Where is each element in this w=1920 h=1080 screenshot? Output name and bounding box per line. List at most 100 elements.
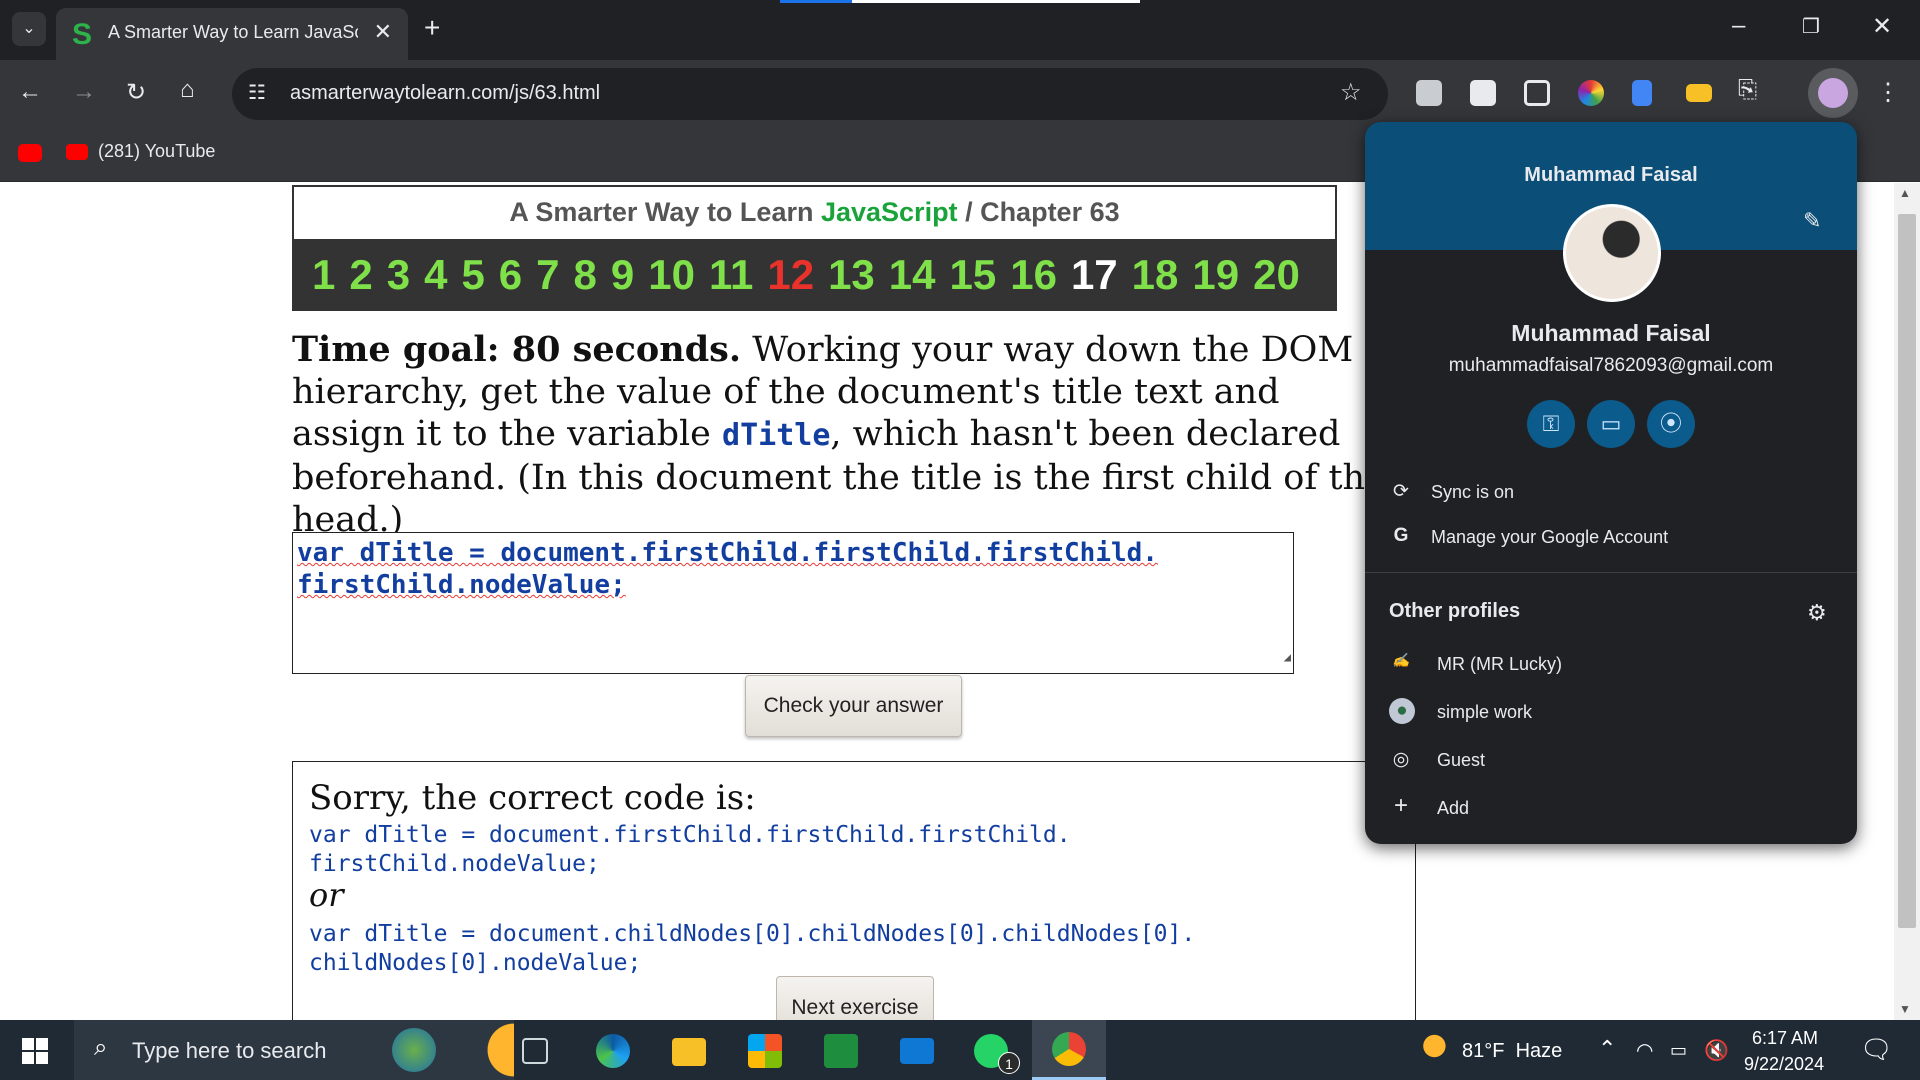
add-profile-button[interactable]: + Add bbox=[1365, 788, 1857, 828]
extension-icon[interactable] bbox=[1416, 80, 1442, 106]
chapter-link-11[interactable]: 11 bbox=[709, 251, 753, 299]
chapter-link-3[interactable]: 3 bbox=[387, 251, 410, 299]
chapter-link-4[interactable]: 4 bbox=[424, 251, 447, 299]
tab-search-icon[interactable]: ⌄ bbox=[12, 12, 46, 46]
task-view-icon[interactable] bbox=[522, 1038, 548, 1064]
sync-icon: ⟳ bbox=[1393, 481, 1409, 502]
scroll-up-icon[interactable]: ▲ bbox=[1899, 186, 1911, 200]
chapter-link-10[interactable]: 10 bbox=[648, 251, 695, 299]
site-info-icon[interactable]: ☷ bbox=[248, 80, 266, 105]
chapter-link-13[interactable]: 13 bbox=[828, 251, 875, 299]
profile-item-label: MR (MR Lucky) bbox=[1437, 654, 1562, 674]
chapter-link-8[interactable]: 8 bbox=[574, 251, 597, 299]
profile-item-mr-lucky[interactable]: ✍ MR (MR Lucky) bbox=[1365, 644, 1857, 684]
tab-active[interactable]: S A Smarter Way to Learn JavaScr ✕ bbox=[56, 8, 408, 60]
chapter-link-14[interactable]: 14 bbox=[889, 251, 936, 299]
search-highlight-icon bbox=[392, 1028, 436, 1072]
chrome-icon bbox=[1052, 1032, 1086, 1066]
chapter-link-20[interactable]: 20 bbox=[1253, 251, 1300, 299]
chrome-taskbar-active[interactable] bbox=[1032, 1020, 1106, 1080]
chapter-link-5[interactable]: 5 bbox=[461, 251, 484, 299]
classroom-icon[interactable] bbox=[824, 1034, 858, 1068]
chapter-link-9[interactable]: 9 bbox=[611, 251, 634, 299]
restore-icon[interactable]: ❐ bbox=[1802, 14, 1820, 39]
chapter-link-16[interactable]: 16 bbox=[1010, 251, 1057, 299]
whatsapp-badge: 1 bbox=[998, 1052, 1020, 1074]
page-title: A Smarter Way to Learn JavaScript / Chap… bbox=[294, 197, 1335, 228]
chapter-link-17[interactable]: 17 bbox=[1071, 251, 1118, 299]
close-window-icon[interactable]: ✕ bbox=[1872, 12, 1892, 41]
chapter-link-12[interactable]: 12 bbox=[767, 251, 814, 299]
file-explorer-icon[interactable] bbox=[672, 1038, 706, 1066]
other-profiles-heading: Other profiles bbox=[1389, 600, 1521, 622]
scroll-down-icon[interactable]: ▼ bbox=[1899, 1002, 1911, 1016]
chapter-link-7[interactable]: 7 bbox=[536, 251, 559, 299]
forward-icon[interactable]: → bbox=[72, 78, 96, 106]
divider bbox=[1365, 572, 1857, 573]
scrollbar-thumb[interactable] bbox=[1898, 214, 1916, 928]
minimize-icon[interactable]: – bbox=[1732, 12, 1745, 40]
check-answer-button[interactable]: Check your answer bbox=[745, 675, 962, 737]
tab-title: A Smarter Way to Learn JavaScr bbox=[108, 22, 358, 42]
address-bar[interactable]: ☷ asmarterwaytolearn.com/js/63.html ☆ bbox=[232, 68, 1388, 120]
edit-pencil-icon[interactable]: ✎ bbox=[1803, 208, 1821, 234]
wifi-icon[interactable]: ◠ bbox=[1636, 1038, 1653, 1063]
profile-item-guest[interactable]: ◎ Guest bbox=[1365, 740, 1857, 780]
answer-textarea[interactable]: var dTitle = document.firstChild.firstCh… bbox=[292, 532, 1294, 674]
chevron-up-icon[interactable]: ⌃ bbox=[1598, 1036, 1616, 1062]
chapter-link-1[interactable]: 1 bbox=[312, 251, 335, 299]
extensions-puzzle-icon[interactable]: ⎘ bbox=[1738, 76, 1757, 104]
chapter-link-19[interactable]: 19 bbox=[1192, 251, 1239, 299]
taskbar-search[interactable]: ⌕ Type here to search bbox=[74, 1020, 514, 1080]
battery-icon[interactable]: ▭ bbox=[1670, 1040, 1687, 1061]
file-extension-icon[interactable] bbox=[1632, 80, 1652, 106]
color-picker-icon[interactable] bbox=[1470, 80, 1496, 106]
profile-name: Muhammad Faisal bbox=[1511, 320, 1711, 346]
profile-avatar-button[interactable] bbox=[1808, 68, 1858, 118]
weather-icon[interactable] bbox=[1414, 1034, 1448, 1064]
chapter-link-6[interactable]: 6 bbox=[499, 251, 522, 299]
chapter-link-15[interactable]: 15 bbox=[950, 251, 997, 299]
profile-avatar bbox=[1563, 204, 1661, 302]
microsoft-store-icon[interactable] bbox=[748, 1034, 782, 1068]
chapter-link-18[interactable]: 18 bbox=[1132, 251, 1179, 299]
manage-profiles-gear-icon[interactable]: ⚙ bbox=[1807, 600, 1827, 626]
sync-status[interactable]: ⟳ Sync is on bbox=[1365, 472, 1857, 512]
resize-handle-icon[interactable]: ◢ bbox=[1284, 641, 1291, 673]
weather-text[interactable]: 81°F Haze bbox=[1462, 1040, 1562, 1063]
windows-start-icon[interactable] bbox=[22, 1038, 48, 1064]
home-icon[interactable]: ⌂ bbox=[180, 76, 195, 104]
window-extension-icon[interactable] bbox=[1524, 80, 1550, 106]
volume-icon[interactable]: 🔇 bbox=[1704, 1038, 1729, 1063]
clock-time[interactable]: 6:17 AM bbox=[1752, 1028, 1818, 1049]
bookmark-label: (281) YouTube bbox=[98, 141, 216, 161]
person-icon: ● bbox=[1389, 698, 1415, 724]
youtube-icon bbox=[66, 144, 88, 160]
back-icon[interactable]: ← bbox=[18, 78, 42, 106]
passwords-key-icon[interactable]: ⚿ bbox=[1527, 400, 1575, 448]
bookmark-star-icon[interactable]: ☆ bbox=[1340, 78, 1362, 107]
folder-extension-icon[interactable] bbox=[1686, 84, 1712, 102]
manage-account-label: Manage your Google Account bbox=[1431, 527, 1669, 547]
color-wheel-extension-icon[interactable] bbox=[1578, 80, 1604, 106]
site-favicon-icon: S bbox=[72, 18, 93, 51]
url-text[interactable]: asmarterwaytolearn.com/js/63.html bbox=[290, 82, 600, 105]
profile-name-top: Muhammad Faisal bbox=[1524, 164, 1698, 186]
address-pin-icon[interactable]: ⦿ bbox=[1647, 400, 1695, 448]
manage-account-link[interactable]: G Manage your Google Account bbox=[1365, 517, 1857, 557]
edge-icon[interactable] bbox=[596, 1034, 630, 1068]
payment-card-icon[interactable]: ▭ bbox=[1587, 400, 1635, 448]
profile-item-simple-work[interactable]: ● simple work bbox=[1365, 692, 1857, 732]
close-tab-icon[interactable]: ✕ bbox=[374, 19, 392, 45]
mail-icon[interactable] bbox=[900, 1038, 934, 1064]
new-tab-button[interactable]: + bbox=[424, 12, 440, 44]
profile-menu: Muhammad Faisal ✎ Muhammad Faisal muhamm… bbox=[1365, 122, 1857, 844]
menu-kebab-icon[interactable]: ⋮ bbox=[1876, 78, 1900, 107]
chapter-link-2[interactable]: 2 bbox=[349, 251, 372, 299]
clock-date[interactable]: 9/22/2024 bbox=[1744, 1054, 1824, 1075]
search-placeholder: Type here to search bbox=[132, 1038, 327, 1063]
reload-icon[interactable]: ↻ bbox=[126, 78, 146, 107]
notifications-icon[interactable]: 🗨 bbox=[1860, 1034, 1893, 1065]
solution-code: var dTitle = document.firstChild.firstCh… bbox=[309, 822, 1071, 848]
youtube-icon[interactable] bbox=[18, 144, 42, 162]
